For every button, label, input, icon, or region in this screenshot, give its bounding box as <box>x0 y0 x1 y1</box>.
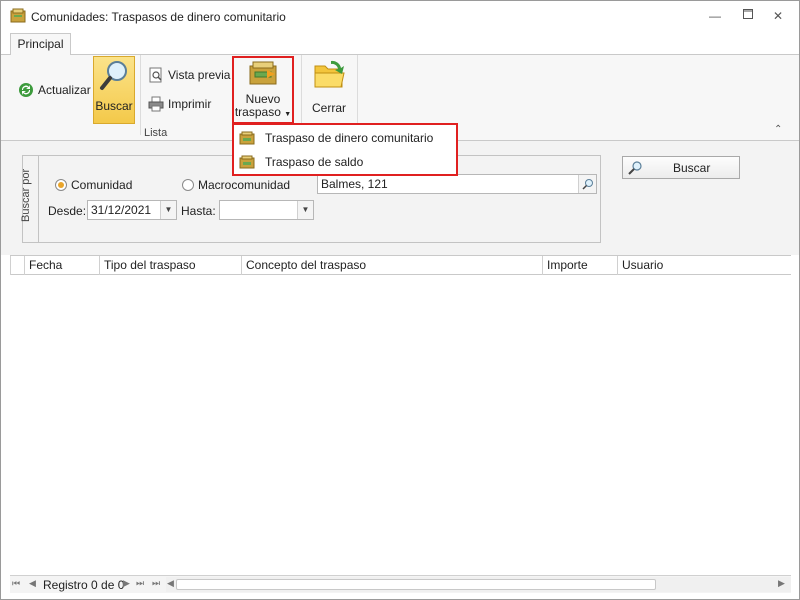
community-input[interactable]: Balmes, 121 <box>317 174 597 194</box>
radio-macrocomunidad-label: Macrocomunidad <box>198 178 291 192</box>
buscar-label: Buscar <box>95 99 133 113</box>
close-icon[interactable]: ✕ <box>770 8 786 24</box>
desde-date-field[interactable]: 31/12/2021 ▼ <box>87 200 177 220</box>
resize-grip-icon[interactable] <box>791 590 799 598</box>
scroll-left-icon[interactable]: ◀ <box>167 578 174 589</box>
record-navigator: ⏮ ◀ Registro 0 de 0 ▶ ⏭ ⏭ ◀ ▶ <box>10 575 791 593</box>
title-bar: Comunidades: Traspasos de dinero comunit… <box>1 1 799 31</box>
first-record-icon[interactable]: ⏮ <box>12 578 20 589</box>
desde-value: 31/12/2021 <box>91 203 152 217</box>
row-indicator-header <box>10 256 24 275</box>
collapse-ribbon-icon[interactable]: ⌃ <box>774 124 782 135</box>
record-count: Registro 0 de 0 <box>43 578 125 592</box>
window-title: Comunidades: Traspasos de dinero comunit… <box>31 10 286 24</box>
desde-label: Desde: <box>48 204 87 218</box>
community-value: Balmes, 121 <box>321 177 388 191</box>
search-icon[interactable] <box>578 175 596 193</box>
buscar-button[interactable]: Buscar <box>93 56 135 124</box>
menu-item-traspaso-saldo[interactable]: Traspaso de saldo <box>236 151 456 173</box>
printer-icon <box>148 96 164 112</box>
folder-exit-icon <box>314 60 345 88</box>
column-tipo[interactable]: Tipo del traspaso <box>99 256 241 275</box>
hasta-date-field[interactable]: ▼ <box>219 200 314 220</box>
ribbon-tab-strip: Principal <box>1 31 799 56</box>
minimize-icon[interactable]: — <box>707 8 723 24</box>
actualizar-label: Actualizar <box>38 83 91 97</box>
imprimir-button[interactable]: Imprimir <box>148 93 211 115</box>
vista-previa-button[interactable]: Vista previa <box>148 64 230 86</box>
vista-previa-label: Vista previa <box>168 68 231 82</box>
radio-comunidad-label: Comunidad <box>71 178 133 192</box>
horizontal-scrollbar[interactable]: ◀ ▶ <box>166 577 791 592</box>
radio-comunidad[interactable] <box>55 179 67 191</box>
last-page-icon[interactable]: ⏭ <box>152 578 160 589</box>
money-transfer-icon <box>239 131 255 145</box>
ribbon-separator <box>140 55 141 135</box>
search-group-label: Buscar por <box>20 168 32 222</box>
print-preview-icon <box>149 67 162 83</box>
radio-macrocomunidad[interactable] <box>182 179 194 191</box>
chevron-down-icon[interactable]: ▼ <box>297 201 313 219</box>
cerrar-label: Cerrar <box>311 101 346 115</box>
column-importe[interactable]: Importe <box>542 256 617 275</box>
column-concepto[interactable]: Concepto del traspaso <box>241 256 542 275</box>
money-transfer-icon <box>239 155 255 169</box>
magnifier-icon <box>628 161 642 175</box>
last-record-icon[interactable]: ⏭ <box>136 578 144 589</box>
grid-body[interactable] <box>10 275 791 575</box>
menu-item-traspaso-dinero[interactable]: Traspaso de dinero comunitario <box>236 127 456 149</box>
search-button[interactable]: Buscar <box>622 156 740 179</box>
imprimir-label: Imprimir <box>168 97 212 111</box>
maximize-icon[interactable] <box>740 8 756 24</box>
menu-item-label: Traspaso de saldo <box>265 155 364 169</box>
menu-item-label: Traspaso de dinero comunitario <box>265 131 434 145</box>
column-fecha[interactable]: Fecha <box>24 256 99 275</box>
hasta-label: Hasta: <box>181 204 216 218</box>
scrollbar-thumb[interactable] <box>176 579 656 590</box>
app-icon <box>10 8 26 23</box>
tab-principal[interactable]: Principal <box>10 33 71 56</box>
grid-header: Fecha Tipo del traspaso Concepto del tra… <box>10 255 791 275</box>
refresh-icon <box>19 83 33 97</box>
ribbon-group-label: Lista <box>144 127 168 139</box>
actualizar-button[interactable]: Actualizar <box>18 79 91 101</box>
magnifier-icon <box>100 61 127 90</box>
cerrar-button[interactable]: Cerrar <box>307 58 351 122</box>
search-button-label: Buscar <box>673 161 711 175</box>
column-usuario[interactable]: Usuario <box>617 256 791 275</box>
previous-record-icon[interactable]: ◀ <box>29 578 36 589</box>
nuevo-traspaso-highlight <box>232 56 294 124</box>
next-record-icon[interactable]: ▶ <box>123 578 130 589</box>
chevron-down-icon[interactable]: ▼ <box>160 201 176 219</box>
scroll-right-icon[interactable]: ▶ <box>778 578 785 589</box>
app-window: Comunidades: Traspasos de dinero comunit… <box>0 0 800 600</box>
nuevo-traspaso-menu: Traspaso de dinero comunitario Traspaso … <box>232 123 458 176</box>
